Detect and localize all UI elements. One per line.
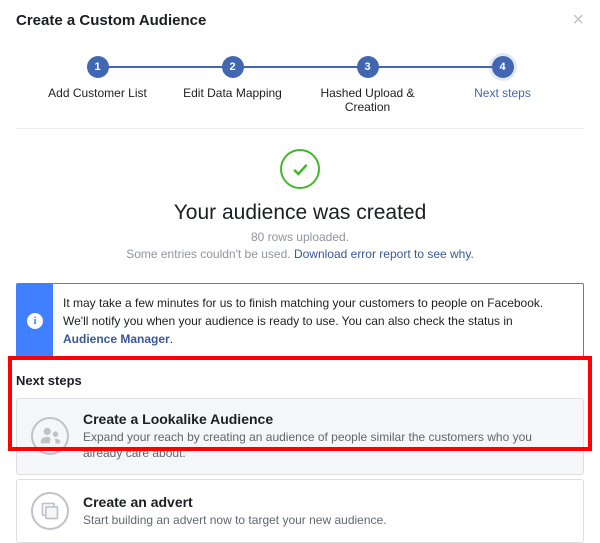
check-circle-icon <box>280 149 320 189</box>
step-label: Edit Data Mapping <box>165 86 300 100</box>
step-label: Add Customer List <box>30 86 165 100</box>
create-lookalike-audience-card[interactable]: Create a Lookalike Audience Expand your … <box>16 398 584 476</box>
advert-icon <box>31 492 69 530</box>
step-next-steps: 4 Next steps <box>435 56 570 100</box>
option-title: Create an advert <box>83 494 387 510</box>
step-number: 2 <box>222 56 244 78</box>
download-error-report-link[interactable]: Download error report to see why. <box>294 247 474 261</box>
lookalike-audience-icon <box>31 417 69 455</box>
success-block: Your audience was created 80 rows upload… <box>0 143 600 273</box>
step-edit-data-mapping: 2 Edit Data Mapping <box>165 56 300 100</box>
info-icon: i <box>27 313 43 329</box>
rows-uploaded: 80 rows uploaded. <box>251 230 349 244</box>
success-title: Your audience was created <box>16 201 584 225</box>
option-body: Create an advert Start building an adver… <box>83 494 387 529</box>
error-prefix: Some entries couldn't be used. <box>126 247 294 261</box>
modal-title: Create a Custom Audience <box>16 12 206 29</box>
success-subtitle: 80 rows uploaded. Some entries couldn't … <box>16 229 584 263</box>
step-hashed-upload: 3 Hashed Upload & Creation <box>300 56 435 114</box>
modal-header: Create a Custom Audience × <box>0 0 600 38</box>
next-steps-heading: Next steps <box>0 373 600 394</box>
create-custom-audience-modal: Create a Custom Audience × 1 Add Custome… <box>0 0 600 504</box>
option-title: Create a Lookalike Audience <box>83 411 569 427</box>
divider <box>16 128 584 129</box>
option-desc: Expand your reach by creating an audienc… <box>83 429 569 463</box>
step-number: 3 <box>357 56 379 78</box>
info-banner: i It may take a few minutes for us to fi… <box>16 283 584 359</box>
info-text: It may take a few minutes for us to fini… <box>53 284 583 358</box>
close-icon[interactable]: × <box>572 10 584 30</box>
option-body: Create a Lookalike Audience Expand your … <box>83 411 569 463</box>
option-desc: Start building an advert now to target y… <box>83 512 387 529</box>
step-number: 4 <box>492 56 514 78</box>
audience-manager-link[interactable]: Audience Manager <box>63 332 170 346</box>
progress-stepper: 1 Add Customer List 2 Edit Data Mapping … <box>0 38 600 128</box>
step-number: 1 <box>87 56 109 78</box>
step-label: Next steps <box>435 86 570 100</box>
step-label: Hashed Upload & Creation <box>300 86 435 114</box>
info-icon-wrap: i <box>17 284 53 358</box>
step-add-customer-list: 1 Add Customer List <box>30 56 165 100</box>
create-advert-card[interactable]: Create an advert Start building an adver… <box>16 479 584 543</box>
